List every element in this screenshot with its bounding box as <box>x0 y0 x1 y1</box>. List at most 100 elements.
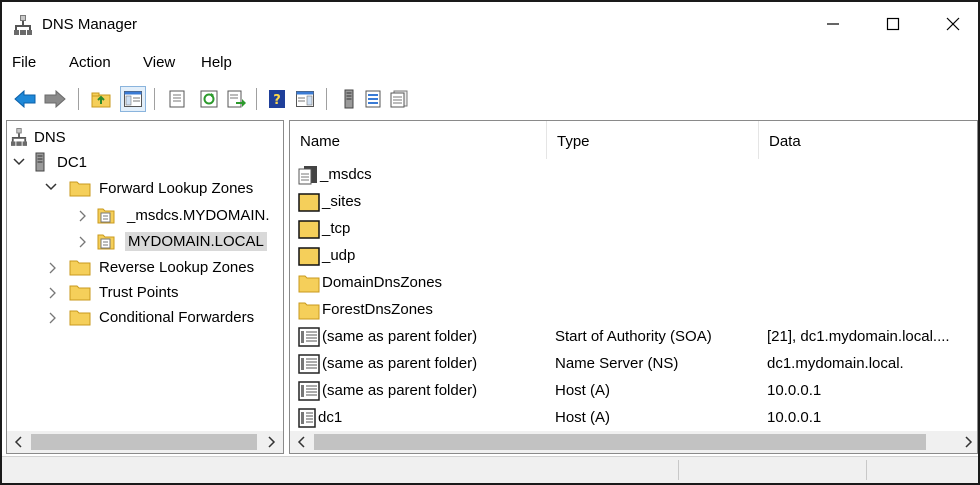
dns-manager-window: DNS Manager File Action View Help ? DNS … <box>0 0 980 485</box>
list-row-host-a-parent[interactable]: (same as parent folder) Host (A) 10.0.0.… <box>290 377 977 404</box>
menu-view[interactable]: View <box>143 54 175 71</box>
scroll-left-button[interactable] <box>7 431 29 453</box>
tree-label-zone-msdcs: _msdcs.MYDOMAIN. <box>127 206 270 224</box>
list-scroll-thumb[interactable] <box>314 434 926 450</box>
show-hide-console-tree-button[interactable] <box>120 86 146 112</box>
tree-label-conditional-forwarders: Conditional Forwarders <box>99 308 255 326</box>
list-row-domaindnszones[interactable]: DomainDnsZones <box>290 269 977 296</box>
tree-item-trust-points[interactable]: Trust Points <box>69 280 178 304</box>
cell-name: DomainDnsZones <box>298 269 442 296</box>
list-horizontal-scrollbar[interactable] <box>290 431 977 453</box>
tree-label-dns: DNS <box>34 128 66 146</box>
expand-chevron[interactable] <box>47 312 59 324</box>
chevron-right-icon <box>965 436 973 448</box>
help-button[interactable]: ? <box>264 86 290 112</box>
list-row-msdcs[interactable]: _msdcs <box>290 161 977 188</box>
list-row-tcp[interactable]: _tcp <box>290 215 977 242</box>
close-button[interactable] <box>930 2 976 46</box>
tree-item-zone-msdcs[interactable]: _msdcs.MYDOMAIN. <box>97 203 270 227</box>
column-header-type[interactable]: Type <box>547 121 758 161</box>
tree-label-reverse-lookup-zones: Reverse Lookup Zones <box>99 258 255 276</box>
record-list-button[interactable] <box>360 86 386 112</box>
list-row-soa[interactable]: (same as parent folder) Start of Authori… <box>290 323 977 350</box>
list-row-dc1[interactable]: dc1 Host (A) 10.0.0.1 <box>290 404 977 431</box>
chevron-right-icon <box>49 312 56 324</box>
record-name: _udp <box>322 247 356 264</box>
forward-button[interactable] <box>42 86 68 112</box>
dns-icon <box>11 128 27 146</box>
tree-item-dns[interactable]: DNS <box>11 125 66 149</box>
server-icon <box>35 152 45 172</box>
tree-horizontal-scrollbar[interactable] <box>7 431 283 453</box>
forward-icon <box>44 90 66 108</box>
expand-chevron[interactable] <box>47 287 59 299</box>
list-row-forestdnszones[interactable]: ForestDnsZones <box>290 296 977 323</box>
chevron-left-icon <box>14 436 22 448</box>
show-hide-action-pane-icon <box>296 91 314 107</box>
record-icon <box>298 380 320 401</box>
toolbar: ? <box>2 82 978 116</box>
toolbar-separator <box>154 88 155 110</box>
list-row-ns[interactable]: (same as parent folder) Name Server (NS)… <box>290 350 977 377</box>
back-button[interactable] <box>12 86 38 112</box>
server-button[interactable] <box>336 86 362 112</box>
console-tree-pane[interactable]: DNS DC1 Forward Lookup Zones _msdcs.MYDO… <box>6 120 284 454</box>
list-row-sites[interactable]: _sites <box>290 188 977 215</box>
title-bar[interactable]: DNS Manager <box>2 2 978 46</box>
collapse-chevron[interactable] <box>13 156 25 168</box>
chevron-right-icon <box>79 210 86 222</box>
properties-button[interactable] <box>164 86 190 112</box>
export-list-button[interactable] <box>224 86 250 112</box>
up-one-level-button[interactable] <box>88 86 114 112</box>
record-name: dc1 <box>318 409 343 426</box>
refresh-button[interactable] <box>196 86 222 112</box>
chevron-right-icon <box>49 287 56 299</box>
tree-item-zone-mydomain-local[interactable]: MYDOMAIN.LOCAL <box>97 229 267 253</box>
scroll-left-button[interactable] <box>290 431 312 453</box>
chevron-right-icon <box>268 436 276 448</box>
record-icon <box>298 326 320 347</box>
tree-label-zone-mydomain-local: MYDOMAIN.LOCAL <box>125 231 267 251</box>
tree-item-forward-lookup-zones[interactable]: Forward Lookup Zones <box>69 176 253 200</box>
expand-chevron[interactable] <box>77 236 89 248</box>
menu-help[interactable]: Help <box>201 54 232 71</box>
chevron-down-icon <box>45 183 57 191</box>
list-row-udp[interactable]: _udp <box>290 242 977 269</box>
tree-item-dc1[interactable]: DC1 <box>35 150 87 174</box>
menu-file[interactable]: File <box>12 54 36 71</box>
show-hide-action-pane-button[interactable] <box>292 86 318 112</box>
tree-item-conditional-forwarders[interactable]: Conditional Forwarders <box>69 305 254 329</box>
records-list-pane[interactable]: Name Type Data _msdcs _sites _tcp _udp D… <box>289 120 978 454</box>
record-name: _sites <box>322 193 362 210</box>
expand-chevron[interactable] <box>77 210 89 222</box>
cell-name: _udp <box>298 242 355 269</box>
properties-icon <box>169 90 185 108</box>
properties-sheet-icon <box>390 90 408 108</box>
column-header-data[interactable]: Data <box>759 121 977 161</box>
minimize-button[interactable] <box>810 2 856 46</box>
help-icon: ? <box>269 90 285 108</box>
record-name: _msdcs <box>320 166 372 183</box>
folder-icon <box>69 310 91 326</box>
record-name: ForestDnsZones <box>322 301 433 318</box>
menu-action[interactable]: Action <box>69 54 111 71</box>
zone-file-icon <box>97 234 115 250</box>
folder-icon <box>298 246 320 266</box>
record-list-icon <box>365 90 381 108</box>
scroll-right-button[interactable] <box>958 431 977 453</box>
export-list-icon <box>227 90 246 108</box>
cell-name: _tcp <box>298 215 350 242</box>
tree-scroll-thumb[interactable] <box>31 434 257 450</box>
toolbar-separator <box>326 88 327 110</box>
server-icon <box>344 89 354 109</box>
properties-sheet-button[interactable] <box>386 86 412 112</box>
status-segment <box>678 460 866 480</box>
tree-item-reverse-lookup-zones[interactable]: Reverse Lookup Zones <box>69 255 254 279</box>
column-header-name[interactable]: Name <box>290 121 546 161</box>
status-segment <box>866 460 978 480</box>
collapse-chevron[interactable] <box>45 181 57 193</box>
zone-file-icon <box>298 165 317 184</box>
expand-chevron[interactable] <box>47 262 59 274</box>
scroll-right-button[interactable] <box>261 431 283 453</box>
maximize-button[interactable] <box>870 2 916 46</box>
